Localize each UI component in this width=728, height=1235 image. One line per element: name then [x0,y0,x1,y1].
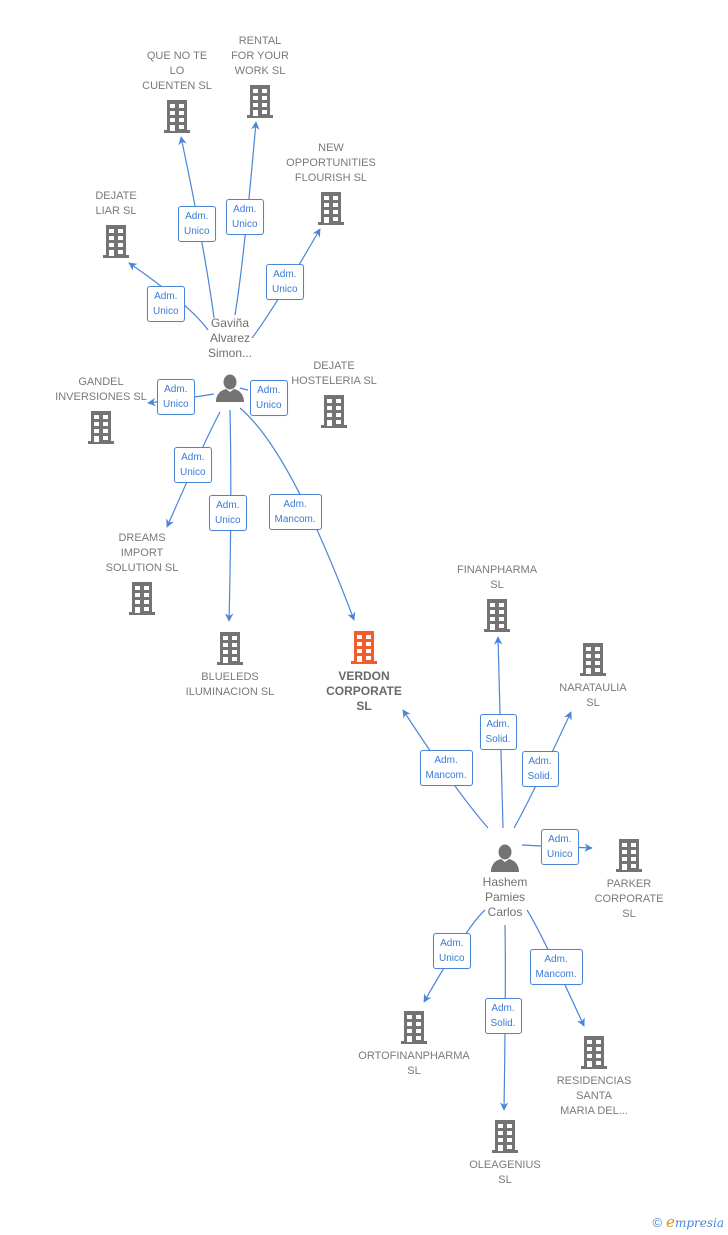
company-name[interactable]: GANDEL INVERSIONES SL [55,375,147,405]
role-label[interactable]: Adm. Solid. [479,714,517,750]
brand-logo: empresia [666,1213,724,1231]
building-icon [576,641,610,677]
role-label[interactable]: Adm. Unico [250,380,288,416]
building-icon [243,83,277,119]
company-node-finanpharma[interactable]: FINANPHARMA SL [417,563,577,633]
company-node-newopp[interactable]: NEW OPPORTUNITIES FLOURISH SL [251,141,411,226]
building-icon [213,630,247,666]
person-node-p2[interactable]: Hashem Pamies Carlos [455,843,555,920]
company-name[interactable]: BLUELEDS ILUMINACION SL [186,670,275,700]
role-label[interactable]: Adm. Mancom. [529,949,583,985]
company-name[interactable]: NARATAULIA SL [559,681,626,711]
building-icon [317,393,351,429]
role-label[interactable]: Adm. Solid. [484,998,522,1034]
company-name[interactable]: DEJATE HOSTELERIA SL [291,359,377,389]
person-icon [215,373,245,403]
role-label[interactable]: Adm. Unico [226,199,264,235]
company-name[interactable]: NEW OPPORTUNITIES FLOURISH SL [286,141,376,186]
company-node-rental[interactable]: RENTAL FOR YOUR WORK SL [180,34,340,119]
role-label[interactable]: Adm. Unico [541,829,579,865]
building-icon [347,629,381,665]
company-name[interactable]: FINANPHARMA SL [457,563,537,593]
role-label[interactable]: Adm. Unico [433,933,471,969]
company-name[interactable]: RESIDENCIAS SANTA MARIA DEL... [557,1074,632,1119]
company-node-ortofin[interactable]: ORTOFINANPHARMA SL [334,1009,494,1079]
role-label[interactable]: Adm. Unico [157,379,195,415]
role-label[interactable]: Adm. Unico [209,495,247,531]
company-name[interactable]: VERDON CORPORATE SL [326,669,402,714]
company-name[interactable]: RENTAL FOR YOUR WORK SL [231,34,289,79]
company-name[interactable]: OLEAGENIUS SL [469,1158,541,1188]
person-icon [490,843,520,873]
company-name[interactable]: ORTOFINANPHARMA SL [358,1049,469,1079]
company-name[interactable]: DEJATE LIAR SL [95,189,136,219]
building-icon [488,1118,522,1154]
company-name[interactable]: PARKER CORPORATE SL [595,877,664,922]
building-icon [577,1034,611,1070]
building-icon [125,580,159,616]
company-node-verdon[interactable]: VERDON CORPORATE SL [284,629,444,714]
company-name[interactable]: DREAMS IMPORT SOLUTION SL [106,531,179,576]
footer-brand: © empresia [652,1213,724,1231]
company-node-residencias[interactable]: RESIDENCIAS SANTA MARIA DEL... [514,1034,674,1119]
role-label[interactable]: Adm. Unico [178,206,216,242]
role-label[interactable]: Adm. Unico [147,286,185,322]
company-node-narataulia[interactable]: NARATAULIA SL [513,641,673,711]
building-icon [397,1009,431,1045]
role-label[interactable]: Adm. Mancom. [268,494,322,530]
role-label[interactable]: Adm. Mancom. [419,750,473,786]
building-icon [314,190,348,226]
building-icon [84,409,118,445]
role-label[interactable]: Adm. Unico [266,264,304,300]
building-icon [612,837,646,873]
company-node-dreams[interactable]: DREAMS IMPORT SOLUTION SL [62,531,222,616]
company-node-dejateliar[interactable]: DEJATE LIAR SL [36,189,196,259]
role-label[interactable]: Adm. Unico [174,447,212,483]
copyright-icon: © [652,1214,663,1230]
person-name[interactable]: Hashem Pamies Carlos [483,875,528,920]
building-icon [480,597,514,633]
company-node-oleagenius[interactable]: OLEAGENIUS SL [425,1118,585,1188]
building-icon [99,223,133,259]
person-name[interactable]: Gaviña Alvarez Simon... [208,316,252,361]
role-label[interactable]: Adm. Solid. [521,751,559,787]
